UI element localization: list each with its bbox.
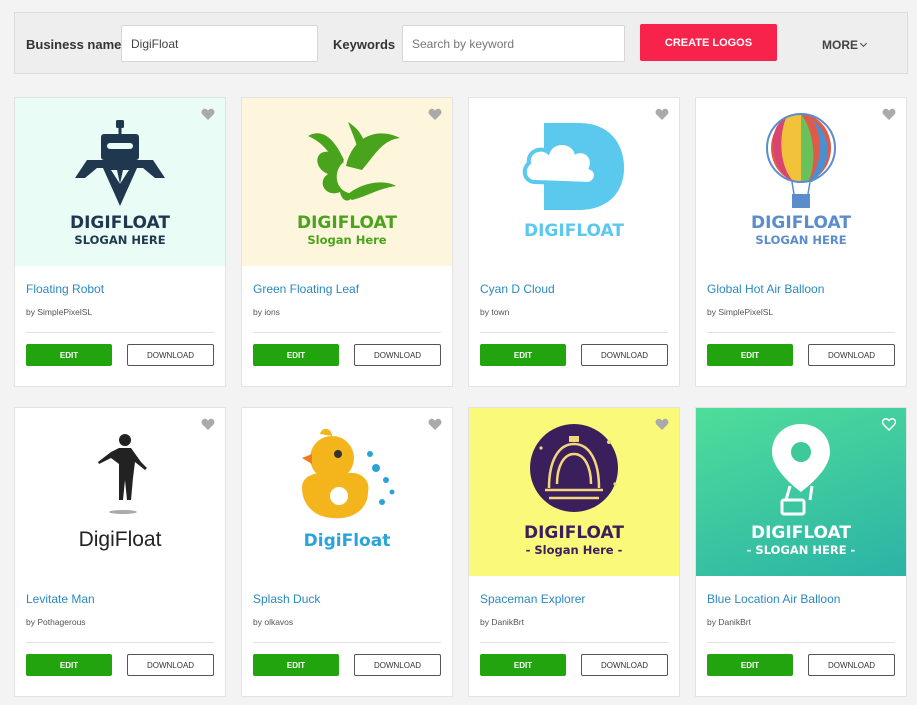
logo-brand-text: DIGIFLOAT — [751, 213, 851, 233]
edit-button[interactable]: EDIT — [253, 344, 339, 366]
logo-author: by DanikBrt — [707, 617, 751, 627]
heart-icon[interactable] — [882, 108, 896, 121]
logo-brand-text: DIGIFLOAT — [524, 523, 624, 543]
divider — [480, 332, 668, 333]
logo-title-link[interactable]: Levitate Man — [26, 592, 95, 606]
logo-preview[interactable]: DigiFloat — [242, 408, 452, 576]
logo-brand-text: DIGIFLOAT — [70, 213, 170, 233]
business-name-input[interactable] — [121, 25, 318, 62]
logo-card[interactable]: DIGIFLOAT Slogan Here Green Floating Lea… — [241, 97, 453, 387]
logo-brand-text: DigiFloat — [79, 528, 162, 551]
logo-brand-text: DigiFloat — [304, 531, 391, 551]
logo-brand-text: DIGIFLOAT — [297, 213, 397, 233]
logo-card[interactable]: DIGIFLOAT SLOGAN HERE Floating Robot by … — [14, 97, 226, 387]
leaf-logo-icon: DIGIFLOAT Slogan Here — [297, 122, 400, 247]
divider — [253, 642, 441, 643]
more-dropdown[interactable]: MORE — [822, 38, 868, 52]
logo-title-link[interactable]: Green Floating Leaf — [253, 282, 359, 296]
heart-icon[interactable] — [201, 108, 215, 121]
cloud-d-logo-icon: DIGIFLOAT — [522, 123, 624, 241]
edit-button[interactable]: EDIT — [253, 654, 339, 676]
logo-author: by Pothagerous — [26, 617, 86, 627]
keywords-label: Keywords — [333, 37, 396, 52]
download-button[interactable]: DOWNLOAD — [354, 344, 441, 366]
astronaut-logo-icon: DIGIFLOAT - Slogan Here - — [524, 424, 624, 557]
logo-preview[interactable]: DIGIFLOAT SLOGAN HERE — [696, 98, 906, 266]
download-button[interactable]: DOWNLOAD — [127, 344, 214, 366]
edit-button[interactable]: EDIT — [480, 344, 566, 366]
logo-author: by olkavos — [253, 617, 294, 627]
divider — [26, 332, 214, 333]
location-balloon-logo-icon: DIGIFLOAT - SLOGAN HERE - — [747, 424, 856, 557]
edit-button[interactable]: EDIT — [26, 344, 112, 366]
logo-author: by SimplePixelSL — [26, 307, 93, 317]
logo-title-link[interactable]: Cyan D Cloud — [480, 282, 555, 296]
logo-title-link[interactable]: Blue Location Air Balloon — [707, 592, 840, 606]
logo-title-link[interactable]: Splash Duck — [253, 592, 320, 606]
logo-card[interactable]: DigiFloat Splash Duck by olkavos EDIT DO… — [241, 407, 453, 697]
edit-button[interactable]: EDIT — [480, 654, 566, 676]
heart-icon[interactable] — [882, 418, 896, 431]
logo-slogan-text: - Slogan Here - — [526, 543, 623, 557]
levitating-man-logo-icon: DigiFloat — [79, 434, 162, 551]
keywords-input[interactable] — [402, 25, 625, 62]
logo-preview[interactable]: DIGIFLOAT - Slogan Here - — [469, 408, 679, 576]
logo-card[interactable]: DIGIFLOAT - Slogan Here - Spaceman Explo… — [468, 407, 680, 697]
chevron-down-icon — [859, 39, 868, 48]
logo-slogan-text: - SLOGAN HERE - — [747, 543, 856, 557]
edit-button[interactable]: EDIT — [707, 344, 793, 366]
logo-card[interactable]: DIGIFLOAT - SLOGAN HERE - Blue Location … — [695, 407, 907, 697]
heart-icon[interactable] — [655, 418, 669, 431]
logo-brand-text: DIGIFLOAT — [524, 221, 624, 241]
download-button[interactable]: DOWNLOAD — [808, 654, 895, 676]
logo-author: by SimplePixelSL — [707, 307, 774, 317]
logo-preview[interactable]: DIGIFLOAT Slogan Here — [242, 98, 452, 266]
heart-icon[interactable] — [428, 418, 442, 431]
logo-title-link[interactable]: Spaceman Explorer — [480, 592, 585, 606]
logo-slogan-text: Slogan Here — [307, 233, 386, 247]
download-button[interactable]: DOWNLOAD — [354, 654, 441, 676]
create-logos-button[interactable]: CREATE LOGOS — [640, 24, 777, 61]
divider — [707, 332, 895, 333]
logo-card[interactable]: DigiFloat Levitate Man by Pothagerous ED… — [14, 407, 226, 697]
search-bar: Business name Keywords CREATE LOGOS MORE — [14, 12, 908, 74]
logo-slogan-text: SLOGAN HERE — [755, 233, 846, 247]
balloon-logo-icon: DIGIFLOAT SLOGAN HERE — [751, 113, 851, 247]
download-button[interactable]: DOWNLOAD — [808, 344, 895, 366]
logo-card[interactable]: DIGIFLOAT Cyan D Cloud by town EDIT DOWN… — [468, 97, 680, 387]
logo-preview[interactable]: DigiFloat — [15, 408, 225, 576]
business-name-label: Business name — [26, 37, 122, 52]
logo-brand-text: DIGIFLOAT — [751, 523, 851, 543]
logo-title-link[interactable]: Floating Robot — [26, 282, 104, 296]
divider — [26, 642, 214, 643]
download-button[interactable]: DOWNLOAD — [127, 654, 214, 676]
edit-button[interactable]: EDIT — [26, 654, 112, 676]
download-button[interactable]: DOWNLOAD — [581, 344, 668, 366]
logo-author: by DanikBrt — [480, 617, 524, 627]
divider — [253, 332, 441, 333]
logo-author: by ions — [253, 307, 280, 317]
duck-logo-icon: DigiFloat — [302, 428, 395, 551]
robot-logo-icon: DIGIFLOAT SLOGAN HERE — [70, 120, 170, 247]
heart-icon[interactable] — [201, 418, 215, 431]
heart-icon[interactable] — [428, 108, 442, 121]
download-button[interactable]: DOWNLOAD — [581, 654, 668, 676]
logo-preview[interactable]: DIGIFLOAT - SLOGAN HERE - — [696, 408, 906, 576]
edit-button[interactable]: EDIT — [707, 654, 793, 676]
logo-author: by town — [480, 307, 510, 317]
logo-preview[interactable]: DIGIFLOAT — [469, 98, 679, 266]
divider — [480, 642, 668, 643]
divider — [707, 642, 895, 643]
logo-title-link[interactable]: Global Hot Air Balloon — [707, 282, 824, 296]
heart-icon[interactable] — [655, 108, 669, 121]
logo-card[interactable]: DIGIFLOAT SLOGAN HERE Global Hot Air Bal… — [695, 97, 907, 387]
more-label: MORE — [822, 38, 858, 52]
logo-slogan-text: SLOGAN HERE — [74, 233, 165, 247]
logo-preview[interactable]: DIGIFLOAT SLOGAN HERE — [15, 98, 225, 266]
